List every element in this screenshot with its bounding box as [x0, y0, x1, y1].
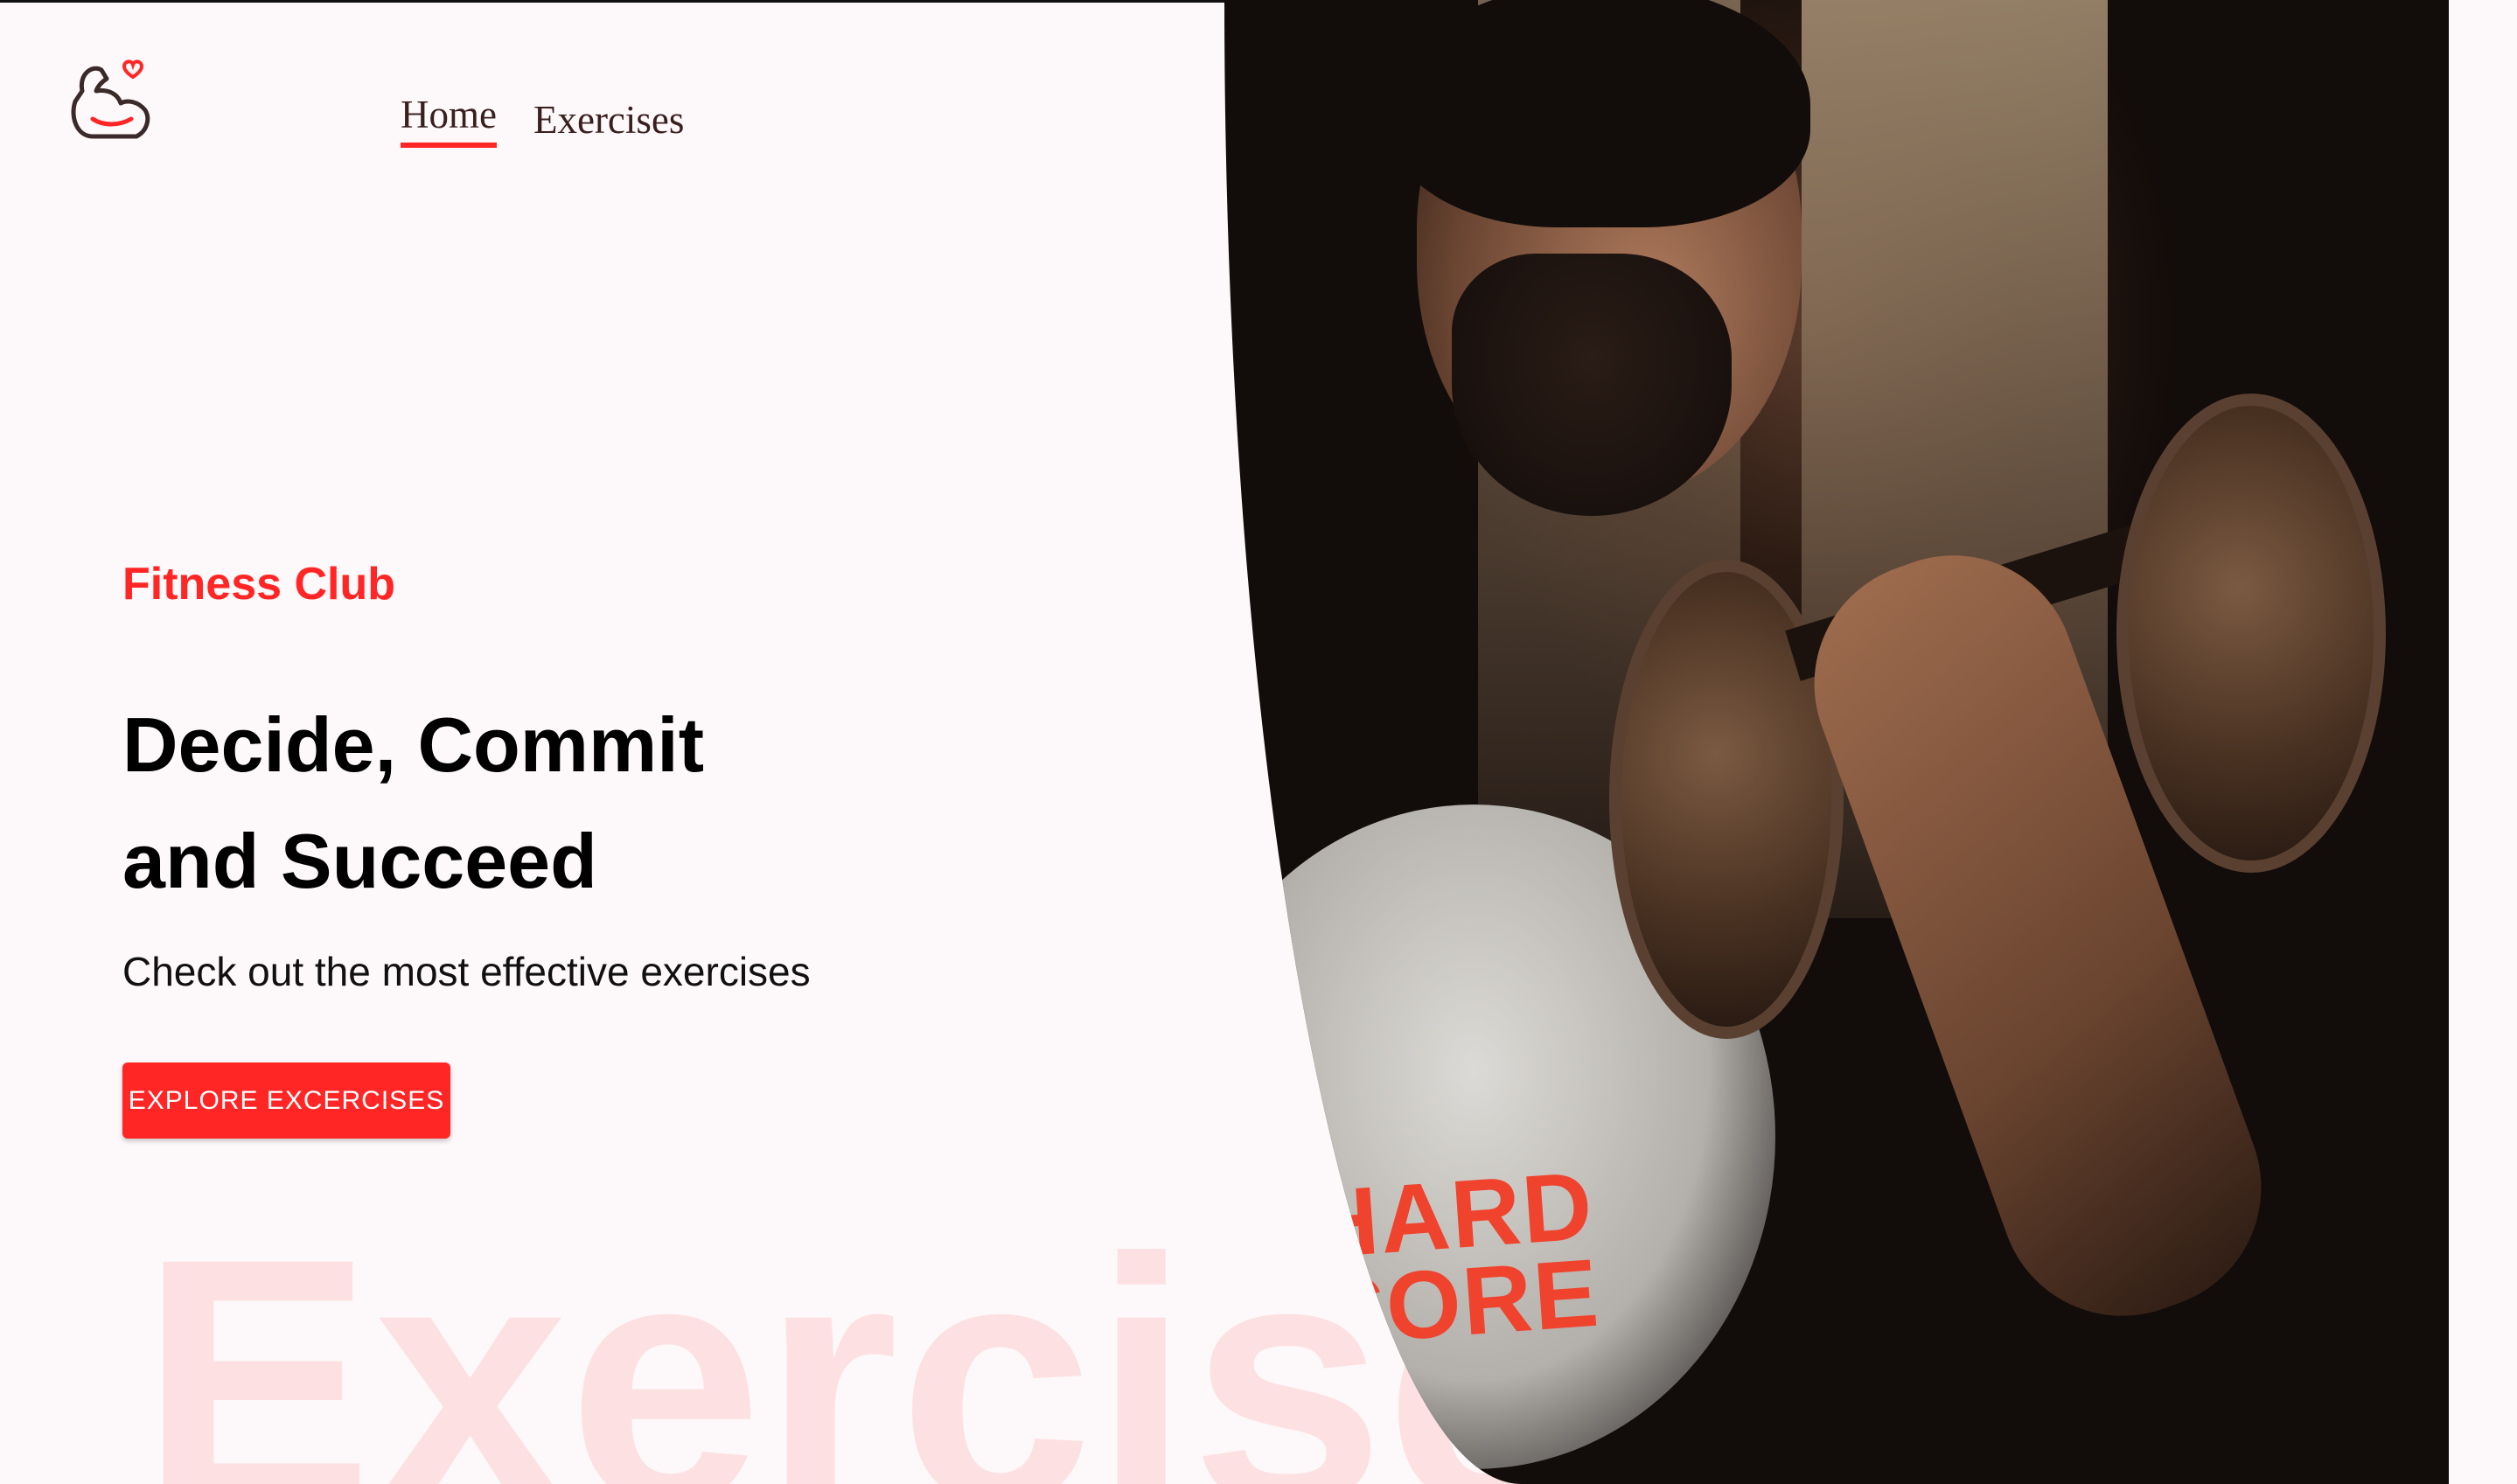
explore-exercises-button[interactable]: EXPLORE EXCERCISES	[122, 1062, 450, 1139]
nav-link-exercises[interactable]: Exercises	[533, 97, 684, 148]
page-margin	[2449, 0, 2517, 1484]
flexed-arm-heart-icon	[71, 59, 150, 139]
hero-headline: Decide, Commit and Succeed	[122, 686, 910, 919]
athlete-beard	[1452, 254, 1732, 516]
athlete-hair	[1391, 0, 1810, 227]
nav-link-home[interactable]: Home	[401, 92, 497, 148]
hero-headline-line1: Decide, Commit	[122, 701, 705, 788]
dumbbell-plate	[2116, 394, 2386, 873]
main-nav: Home Exercises	[401, 92, 684, 148]
hero-eyebrow: Fitness Club	[122, 559, 396, 610]
hero-headline-line2: and Succeed	[122, 818, 597, 904]
brand-logo-link[interactable]	[66, 56, 154, 143]
shirt-print-text: HARD CORE	[1305, 1151, 1604, 1367]
hero-banner-image: HARD CORE	[1224, 0, 2449, 1484]
hero-subline: Check out the most effective exercises	[122, 949, 811, 994]
